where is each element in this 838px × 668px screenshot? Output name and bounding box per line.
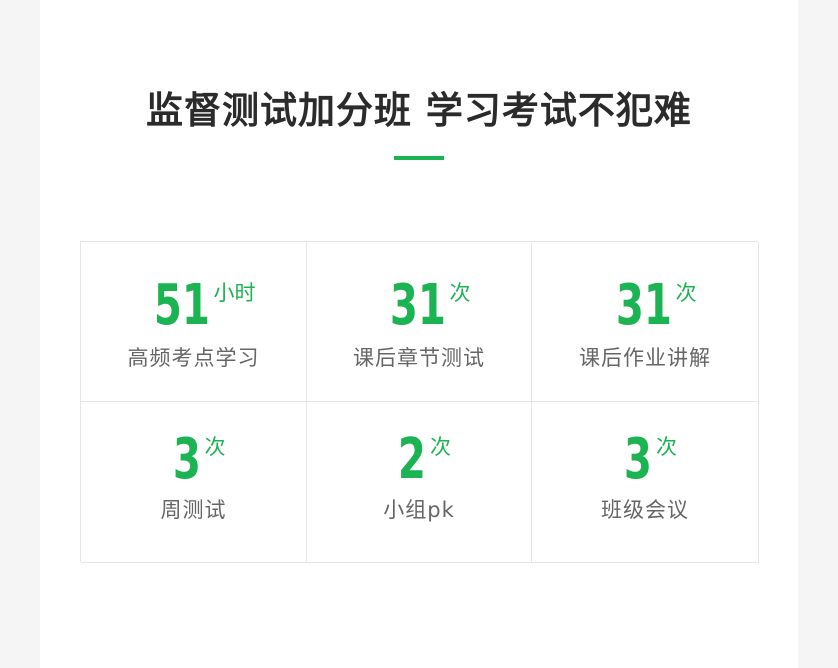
stat-value: 51 小时 [81, 278, 306, 334]
content-card: 监督测试加分班 学习考试不犯难 51 小时 高频考点学习 31 次 课后章节测试… [40, 0, 798, 668]
stat-cell-group-pk: 2 次 小组pk [307, 402, 532, 563]
stat-unit: 次 [675, 281, 697, 305]
stat-number: 3 [172, 427, 201, 492]
stat-value: 3 次 [81, 432, 306, 488]
stat-unit: 次 [204, 435, 226, 459]
stat-cell-study-hours: 51 小时 高频考点学习 [81, 242, 307, 402]
stat-value: 3 次 [532, 432, 758, 488]
stat-label: 班级会议 [601, 498, 689, 522]
stat-label: 高频考点学习 [127, 346, 260, 370]
stat-number: 51 [153, 273, 210, 338]
stat-unit: 次 [655, 435, 677, 459]
stat-cell-class-meetings: 3 次 班级会议 [532, 402, 759, 563]
stat-number: 3 [623, 427, 652, 492]
stat-unit: 次 [429, 435, 451, 459]
stat-unit: 次 [449, 281, 471, 305]
stat-cell-weekly-tests: 3 次 周测试 [81, 402, 307, 563]
stat-label: 小组pk [383, 498, 455, 522]
stat-number: 31 [389, 273, 446, 338]
stat-number: 2 [397, 427, 426, 492]
stat-label: 周测试 [160, 498, 227, 522]
stat-value: 31 次 [307, 278, 531, 334]
title-divider [394, 156, 444, 160]
page-title: 监督测试加分班 学习考试不犯难 [146, 89, 692, 132]
stats-grid: 51 小时 高频考点学习 31 次 课后章节测试 31 次 课后作业讲解 3 次 [80, 241, 759, 563]
stat-cell-chapter-tests: 31 次 课后章节测试 [307, 242, 532, 402]
stat-cell-homework-review: 31 次 课后作业讲解 [532, 242, 759, 402]
stat-value: 31 次 [532, 278, 758, 334]
stat-label: 课后作业讲解 [579, 346, 711, 370]
stat-unit: 小时 [213, 281, 256, 305]
stat-value: 2 次 [307, 432, 531, 488]
stat-label: 课后章节测试 [353, 346, 485, 370]
stat-number: 31 [615, 273, 672, 338]
